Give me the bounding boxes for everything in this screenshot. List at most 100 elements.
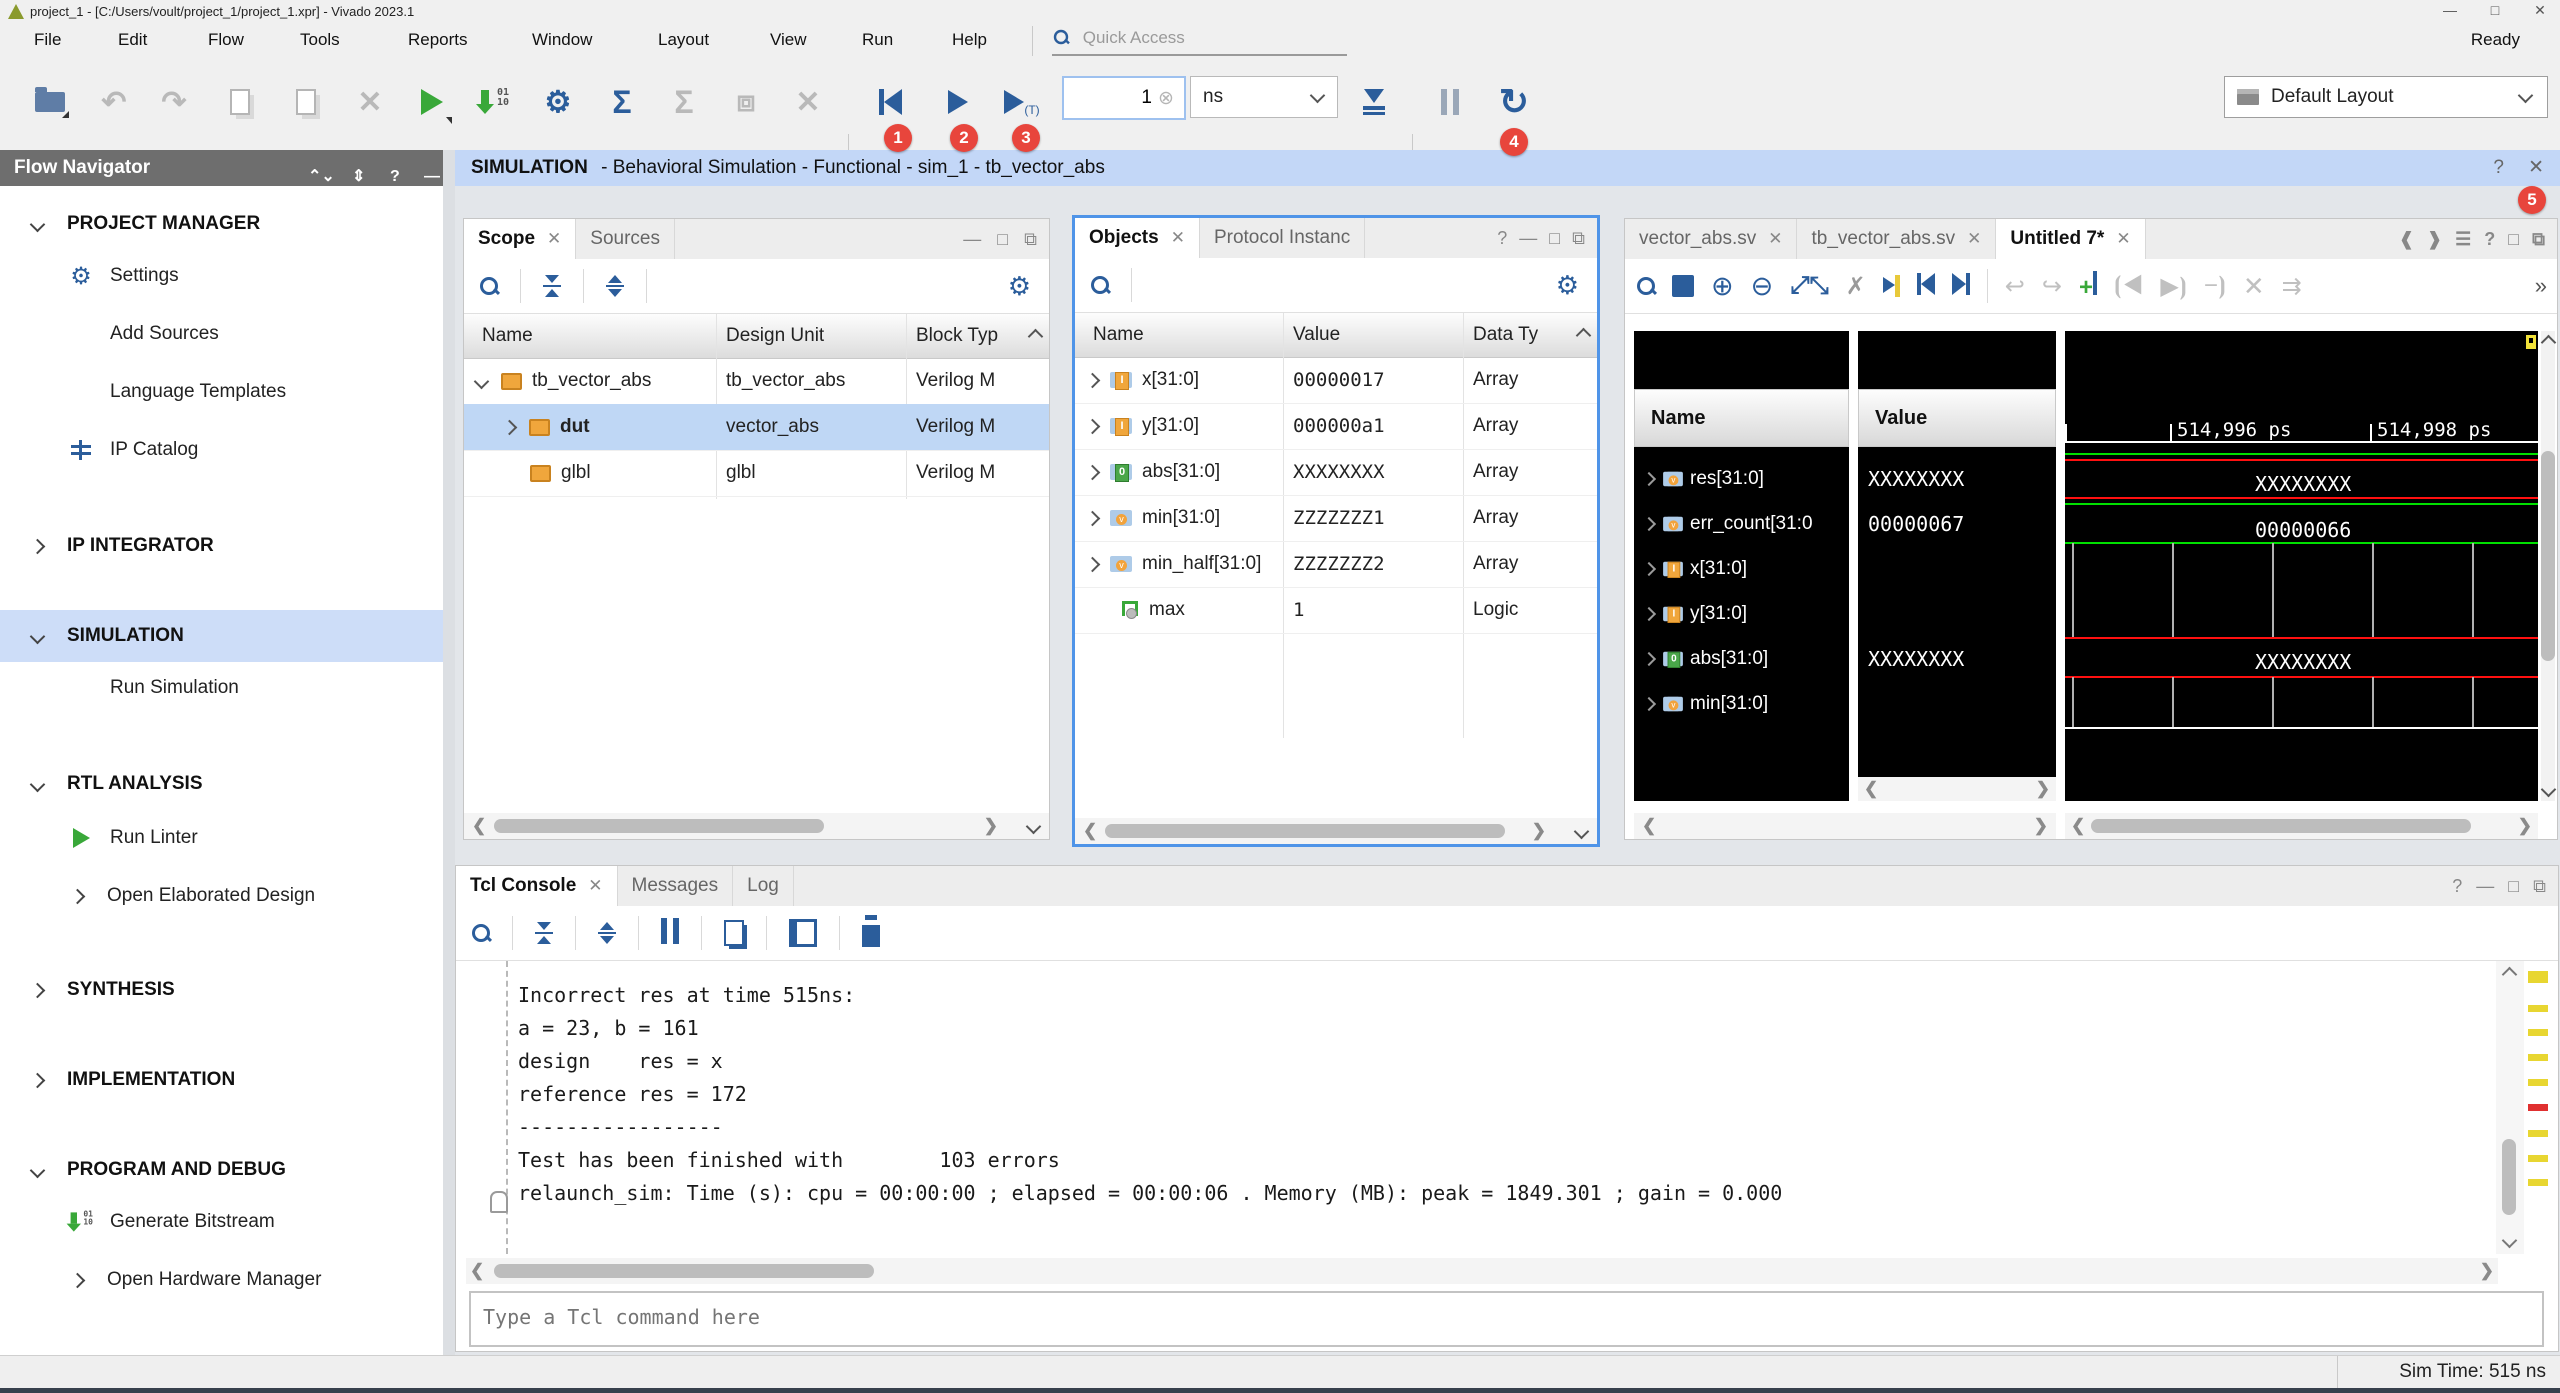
- wave-value-header[interactable]: Value: [1858, 389, 2056, 447]
- tab-sources[interactable]: Sources: [576, 219, 675, 259]
- maximize-panel-icon[interactable]: □: [1549, 228, 1560, 249]
- search-icon[interactable]: [1091, 276, 1109, 294]
- clear-input-icon[interactable]: ⊗: [1158, 87, 1174, 110]
- minimize-panel-icon[interactable]: —: [963, 229, 981, 250]
- error-mark[interactable]: [2528, 1104, 2548, 1111]
- menu-run[interactable]: Run: [862, 30, 893, 50]
- close-icon[interactable]: ✕: [1171, 228, 1185, 248]
- wave-value-hscrollbar[interactable]: ❮ ❯: [1858, 777, 2056, 801]
- time-unit-select[interactable]: ns: [1190, 76, 1338, 118]
- object-row-min[interactable]: min[31:0] ZZZZZZZ1 Array: [1075, 495, 1597, 542]
- settings-gear-icon[interactable]: ⚙: [1008, 271, 1031, 302]
- scroll-up-icon[interactable]: [1028, 328, 1044, 344]
- wave-name-header[interactable]: Name: [1634, 389, 1849, 447]
- sidebar-item-add-sources[interactable]: Add Sources: [0, 314, 443, 354]
- step-icon[interactable]: [1352, 80, 1396, 124]
- search-icon[interactable]: [480, 277, 498, 295]
- float-panel-icon[interactable]: ⧉: [1572, 228, 1585, 249]
- close-icon[interactable]: ✕: [2116, 229, 2130, 249]
- scope-hscrollbar[interactable]: ❮ ❯: [464, 813, 1049, 839]
- minimize-panel-icon[interactable]: —: [2476, 876, 2494, 897]
- expand-all-icon[interactable]: ⇕: [352, 159, 365, 195]
- run-for-time-icon[interactable]: (T): [1000, 80, 1044, 124]
- menu-flow[interactable]: Flow: [208, 30, 244, 50]
- warning-mark[interactable]: [2528, 1155, 2548, 1162]
- scroll-up-icon[interactable]: [2502, 967, 2518, 983]
- run-all-icon[interactable]: [936, 80, 980, 124]
- float-panel-icon[interactable]: ⧉: [1024, 229, 1037, 250]
- tcl-command-input[interactable]: [471, 1293, 2515, 1341]
- sidebar-splitter[interactable]: [443, 150, 455, 1355]
- clear-console-icon[interactable]: [862, 920, 880, 947]
- minimize-panel-icon[interactable]: —: [1519, 228, 1537, 249]
- wave-canvas-hscrollbar[interactable]: ❮ ❯: [2065, 813, 2538, 839]
- window-close-icon[interactable]: ✕: [2520, 2, 2560, 19]
- maximize-panel-icon[interactable]: □: [997, 229, 1008, 250]
- menu-tools[interactable]: Tools: [300, 30, 340, 50]
- scroll-down-icon[interactable]: [1026, 818, 1042, 834]
- next-tab-icon[interactable]: ❱: [2427, 229, 2442, 250]
- collapse-all-icon[interactable]: [535, 922, 553, 945]
- console-output[interactable]: Incorrect res at time 515ns: a = 23, b =…: [456, 961, 2496, 1254]
- settings-gear-icon[interactable]: ⚙: [536, 80, 580, 124]
- restart-simulation-icon[interactable]: [868, 80, 912, 124]
- warning-mark[interactable]: [2528, 1029, 2548, 1036]
- sidebar-item-run-simulation[interactable]: Run Simulation: [0, 668, 443, 708]
- object-row-min-half[interactable]: min_half[31:0] ZZZZZZZ2 Array: [1075, 541, 1597, 588]
- float-panel-icon[interactable]: ⧉: [2532, 229, 2545, 250]
- sidebar-item-ip-catalog[interactable]: IP Catalog: [0, 430, 443, 470]
- warning-mark[interactable]: [2528, 1054, 2548, 1061]
- console-hscrollbar[interactable]: ❮ ❯: [466, 1258, 2498, 1284]
- scroll-up-icon[interactable]: [1576, 327, 1592, 343]
- warning-mark[interactable]: [2528, 1179, 2548, 1186]
- close-icon[interactable]: ✕: [547, 229, 561, 249]
- wave-signal-res[interactable]: res[31:0]: [1634, 456, 1849, 501]
- scope-row-tb-vector-abs[interactable]: tb_vector_abs tb_vector_abs Verilog M: [464, 358, 1049, 405]
- generate-bitstream-toolbar-icon[interactable]: 0110: [472, 80, 516, 124]
- help-icon[interactable]: ?: [2452, 876, 2462, 897]
- window-minimize-icon[interactable]: —: [2430, 2, 2470, 18]
- warning-mark[interactable]: [2528, 971, 2548, 983]
- zoom-fit-icon[interactable]: ⤢⤡: [1790, 272, 1828, 300]
- run-synthesis-icon[interactable]: [410, 80, 454, 124]
- scope-row-dut[interactable]: dut vector_abs Verilog M: [464, 404, 1049, 451]
- help-icon[interactable]: ?: [1497, 228, 1507, 249]
- scroll-down-icon[interactable]: [2541, 782, 2557, 798]
- columns-icon[interactable]: [789, 919, 817, 947]
- tab-messages[interactable]: Messages: [618, 866, 734, 906]
- menu-window[interactable]: Window: [532, 30, 592, 50]
- sidebar-section-project-manager[interactable]: PROJECT MANAGER: [0, 204, 443, 244]
- close-icon[interactable]: ✕: [1967, 229, 1981, 249]
- pause-output-icon[interactable]: [661, 918, 679, 949]
- sidebar-section-synthesis[interactable]: SYNTHESIS: [0, 970, 443, 1010]
- save-icon[interactable]: [1672, 275, 1694, 297]
- sidebar-item-language-templates[interactable]: Language Templates: [0, 372, 443, 412]
- toolbar-overflow-icon[interactable]: »: [2535, 273, 2547, 299]
- help-icon[interactable]: ?: [390, 159, 400, 195]
- menu-layout[interactable]: Layout: [658, 30, 709, 50]
- sidebar-section-ip-integrator[interactable]: IP INTEGRATOR: [0, 526, 443, 566]
- sim-time-input[interactable]: ⊗: [1062, 76, 1186, 120]
- sidebar-section-program-and-debug[interactable]: PROGRAM AND DEBUG: [0, 1150, 443, 1190]
- sidebar-item-run-linter[interactable]: Run Linter: [0, 818, 443, 858]
- warning-mark[interactable]: [2528, 1005, 2548, 1012]
- menu-help[interactable]: Help: [952, 30, 987, 50]
- prev-transition-icon[interactable]: [1917, 273, 1935, 300]
- scope-row-glbl[interactable]: glbl glbl Verilog M: [464, 450, 1049, 497]
- console-vscrollbar[interactable]: [2496, 961, 2524, 1254]
- tab-tcl-console[interactable]: Tcl Console✕: [456, 866, 618, 906]
- maximize-panel-icon[interactable]: □: [2508, 876, 2519, 897]
- wave-names-hscrollbar[interactable]: ❮ ❯: [1634, 813, 2056, 839]
- cut-icon[interactable]: ✕: [348, 80, 392, 124]
- object-row-abs[interactable]: 0 abs[31:0] XXXXXXXX Array: [1075, 449, 1597, 496]
- open-project-icon[interactable]: [28, 80, 72, 124]
- tab-vector-abs-sv[interactable]: vector_abs.sv✕: [1625, 219, 1797, 259]
- sidebar-item-generate-bitstream[interactable]: 0110 Generate Bitstream: [0, 1202, 443, 1242]
- objects-table-header[interactable]: Name Value Data Ty: [1075, 313, 1597, 358]
- undo-icon[interactable]: ↶: [92, 80, 136, 124]
- wave-signal-abs[interactable]: 0abs[31:0]: [1634, 636, 1849, 681]
- remove-cursor-icon[interactable]: ✗: [1846, 272, 1866, 301]
- minimize-panel-icon[interactable]: —: [424, 159, 440, 195]
- wave-canvas[interactable]: 514,996 ps 514,998 ps XXXXXXXX 00000066 …: [2065, 331, 2538, 801]
- paste-icon[interactable]: [284, 80, 328, 124]
